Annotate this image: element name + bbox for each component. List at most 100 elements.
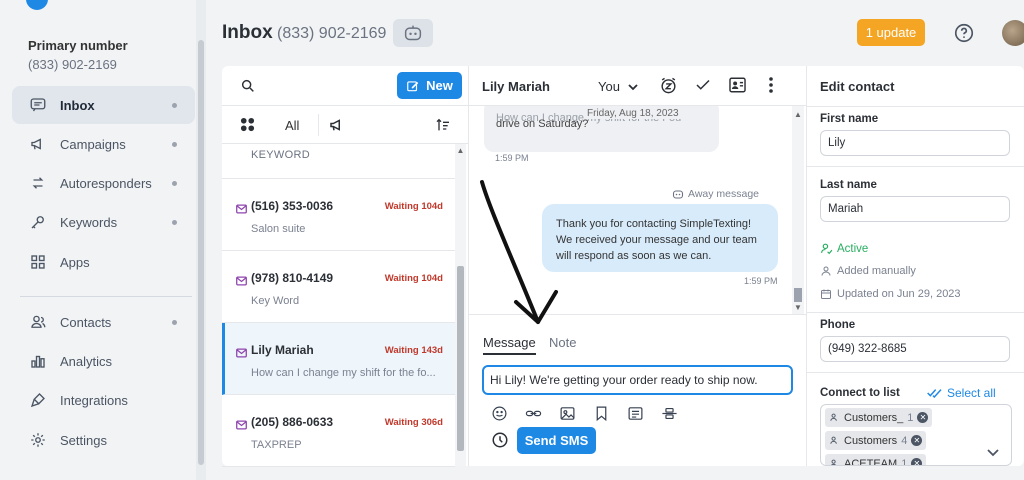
send-sms-button[interactable]: Send SMS	[517, 427, 596, 454]
snooze-icon[interactable]	[659, 76, 678, 100]
last-name-field[interactable]: Mariah	[820, 196, 1010, 222]
filter-grid-icon[interactable]	[240, 117, 255, 137]
help-icon[interactable]	[953, 22, 975, 44]
assignee-dropdown[interactable]: You	[598, 79, 638, 94]
conversation-row-selected[interactable]: Lily Mariah Waiting 143d How can I chang…	[222, 323, 455, 395]
emoji-icon[interactable]	[491, 405, 508, 427]
list-multiselect[interactable]: Customers_ 1 ✕ Customers 4 ✕ ACETEAM 1 ✕	[820, 404, 1012, 466]
conversation-name: Lily Mariah	[251, 343, 314, 357]
sidebar-item-integrations[interactable]: Integrations	[12, 381, 195, 419]
remove-chip-icon[interactable]: ✕	[917, 412, 929, 423]
checkmark-icon[interactable]	[694, 76, 712, 99]
sidebar-item-autoresponders[interactable]: Autoresponders	[12, 164, 195, 202]
contact-card-icon[interactable]	[728, 76, 747, 99]
remove-chip-icon[interactable]: ✕	[911, 458, 923, 465]
sidebar-item-label: Analytics	[60, 353, 113, 369]
last-name-label: Last name	[820, 179, 877, 191]
select-all-text: Select all	[947, 386, 996, 400]
sidebar-scrollbar-thumb[interactable]	[198, 40, 204, 465]
sidebar-item-label: Campaigns	[60, 136, 126, 152]
image-icon[interactable]	[559, 405, 576, 427]
list-item-subtitle: KEYWORD	[251, 149, 310, 161]
indicator-dot	[172, 219, 177, 225]
sidebar-item-label: Inbox	[60, 97, 95, 113]
list-chip-count: 1	[901, 457, 908, 466]
compose-icon	[407, 80, 419, 91]
update-button[interactable]: 1 update	[857, 19, 925, 46]
scroll-up-icon[interactable]: ▲	[455, 146, 466, 155]
list-scrollbar-thumb[interactable]	[457, 266, 464, 451]
custom-field-icon[interactable]	[661, 405, 678, 427]
first-name-field[interactable]: Lily	[820, 130, 1010, 156]
bot-button[interactable]	[393, 19, 433, 47]
status-badge: Active	[820, 242, 868, 255]
list-chip[interactable]: Customers 4 ✕	[825, 431, 927, 450]
sidebar-item-apps[interactable]: Apps	[12, 243, 195, 281]
list-filter-bar: All	[222, 106, 469, 144]
campaign-filter-icon[interactable]	[328, 116, 346, 139]
sidebar-item-campaigns[interactable]: Campaigns	[12, 125, 195, 163]
sidebar-item-analytics[interactable]: Analytics	[12, 342, 195, 380]
sidebar-item-inbox[interactable]: Inbox	[12, 86, 195, 124]
sidebar-item-label: Apps	[60, 254, 90, 270]
schedule-clock-icon[interactable]	[491, 431, 509, 454]
sidebar-item-contacts[interactable]: Contacts	[12, 303, 195, 341]
first-name-label: First name	[820, 113, 879, 125]
away-message-text: Away message	[688, 188, 760, 200]
scroll-up-icon[interactable]: ▲	[792, 110, 804, 119]
waiting-badge: Waiting 306d	[384, 417, 443, 428]
list-chip-name: Customers_	[844, 411, 904, 424]
indicator-dot	[172, 319, 177, 325]
sidebar-item-settings[interactable]: Settings	[12, 421, 195, 459]
brand-logo[interactable]	[26, 0, 48, 10]
avatar[interactable]	[1002, 20, 1024, 46]
date-separator: Friday, Aug 18, 2023	[584, 108, 682, 119]
sidebar-item-label: Autoresponders	[60, 175, 152, 191]
indicator-dot	[172, 180, 177, 186]
sort-icon[interactable]	[435, 117, 451, 138]
bookmark-icon[interactable]	[593, 405, 610, 427]
tab-message[interactable]: Message	[483, 335, 536, 355]
sidebar-item-keywords[interactable]: Keywords	[12, 203, 195, 241]
more-options-icon[interactable]	[768, 76, 774, 99]
envelope-icon	[236, 201, 247, 219]
analytics-icon	[28, 351, 48, 371]
megaphone-icon	[28, 134, 48, 154]
filter-all-tab[interactable]: All	[285, 118, 299, 133]
chevron-down-icon[interactable]	[987, 444, 999, 462]
header-phone: (833) 902-2169	[277, 25, 387, 42]
select-all-link[interactable]: Select all	[927, 386, 996, 400]
message-input[interactable]: Hi Lily! We're getting your order ready …	[482, 365, 793, 395]
thread-scrollbar[interactable]	[792, 106, 804, 314]
waiting-badge: Waiting 143d	[384, 345, 443, 356]
message-timestamp: 1:59 PM	[744, 276, 778, 286]
conversation-preview: TAXPREP	[251, 439, 302, 451]
search-icon[interactable]	[240, 78, 256, 99]
list-item[interactable]: KEYWORD	[222, 144, 455, 179]
section-divider	[807, 166, 1024, 167]
section-divider	[807, 372, 1024, 373]
list-chip-name: Customers	[844, 434, 898, 447]
conversation-row[interactable]: (516) 353-0036 Waiting 104d Salon suite	[222, 179, 455, 251]
incoming-message-line2: drive on Saturday?	[496, 118, 589, 130]
conversation-row[interactable]: (205) 886-0633 Waiting 306d TAXPREP	[222, 395, 455, 467]
filter-divider	[318, 114, 319, 136]
new-message-button[interactable]: New	[397, 72, 462, 99]
template-icon[interactable]	[627, 405, 644, 427]
status-text: Active	[837, 242, 869, 255]
indicator-dot	[172, 102, 177, 108]
primary-number-value: (833) 902-2169	[28, 57, 117, 72]
phone-field[interactable]: (949) 322-8685	[820, 336, 1010, 362]
calendar-icon	[821, 289, 831, 299]
conversation-row[interactable]: (978) 810-4149 Waiting 104d Key Word	[222, 251, 455, 323]
link-icon[interactable]	[525, 405, 542, 427]
inbox-icon	[28, 95, 48, 115]
tab-note[interactable]: Note	[549, 335, 576, 350]
list-chip[interactable]: ACETEAM 1 ✕	[825, 454, 927, 466]
list-chip[interactable]: Customers_ 1 ✕	[825, 408, 933, 427]
scroll-down-icon[interactable]: ▼	[792, 303, 804, 312]
added-info: Added manually	[820, 265, 916, 277]
edit-contact-title: Edit contact	[820, 79, 895, 94]
thread-scrollbar-thumb[interactable]	[794, 288, 802, 302]
remove-chip-icon[interactable]: ✕	[911, 435, 923, 446]
